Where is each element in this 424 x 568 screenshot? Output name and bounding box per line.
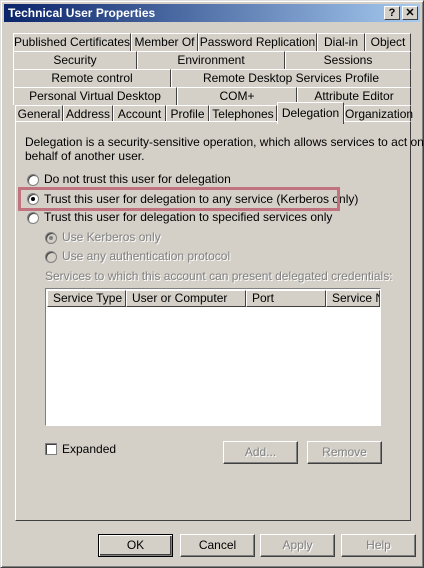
close-button[interactable]: ✕ — [402, 6, 418, 20]
column-port[interactable]: Port — [246, 290, 326, 307]
sub-option-any-protocol-label[interactable]: Use any authentication protocol — [62, 249, 230, 263]
tab-remote-control[interactable]: Remote control — [13, 69, 171, 87]
remove-button[interactable]: Remove — [307, 441, 382, 464]
expanded-label[interactable]: Expanded — [62, 442, 116, 456]
tab-member-of[interactable]: Member Of — [131, 33, 198, 51]
radio-use-any-protocol[interactable] — [45, 251, 57, 263]
services-label: Services to which this account can prese… — [45, 269, 393, 283]
apply-button[interactable]: Apply — [260, 534, 335, 557]
window-title: Technical User Properties — [8, 6, 156, 20]
services-list[interactable]: Service Type User or Computer Port Servi… — [45, 288, 381, 426]
cancel-button[interactable]: Cancel — [180, 534, 255, 557]
expanded-checkbox[interactable] — [45, 443, 57, 455]
title-bar[interactable]: Technical User Properties ? ✕ — [4, 4, 420, 22]
properties-window: Technical User Properties ? ✕ Published … — [0, 0, 424, 568]
tab-password-replication[interactable]: Password Replication — [198, 33, 317, 51]
delegation-description-line-1: Delegation is a security-sensitive opera… — [25, 135, 424, 149]
add-button[interactable]: Add... — [223, 441, 298, 464]
radio-do-not-trust[interactable] — [27, 174, 39, 186]
tab-object[interactable]: Object — [365, 33, 411, 51]
help-icon: ? — [388, 7, 396, 19]
radio-trust-any-service[interactable] — [27, 193, 39, 205]
option-trust-specified-label[interactable]: Trust this user for delegation to specif… — [44, 210, 332, 224]
tab-environment[interactable]: Environment — [137, 51, 285, 69]
tab-dial-in[interactable]: Dial-in — [317, 33, 365, 51]
option-trust-any-service-label[interactable]: Trust this user for delegation to any se… — [44, 192, 358, 206]
sub-option-kerberos-label[interactable]: Use Kerberos only — [62, 230, 161, 244]
tab-delegation[interactable]: Delegation — [277, 102, 344, 124]
close-icon: ✕ — [405, 7, 415, 19]
tab-sessions[interactable]: Sessions — [285, 51, 411, 69]
help-caption-button[interactable]: ? — [384, 6, 400, 20]
column-service-type[interactable]: Service Type — [47, 290, 126, 307]
option-do-not-trust-label[interactable]: Do not trust this user for delegation — [44, 172, 231, 186]
radio-use-kerberos-only[interactable] — [45, 232, 57, 244]
help-button[interactable]: Help — [341, 534, 416, 557]
column-service-name[interactable]: Service N — [326, 290, 380, 307]
tab-security[interactable]: Security — [13, 51, 137, 69]
column-user-or-computer[interactable]: User or Computer — [126, 290, 246, 307]
radio-trust-specified-services[interactable] — [27, 212, 39, 224]
tab-remote-desktop-services-profile[interactable]: Remote Desktop Services Profile — [171, 69, 411, 87]
ok-button[interactable]: OK — [98, 534, 173, 557]
tab-published-certificates[interactable]: Published Certificates — [13, 33, 131, 51]
tab-personal-virtual-desktop[interactable]: Personal Virtual Desktop — [13, 87, 177, 105]
delegation-description-line-2: behalf of another user. — [25, 149, 145, 163]
